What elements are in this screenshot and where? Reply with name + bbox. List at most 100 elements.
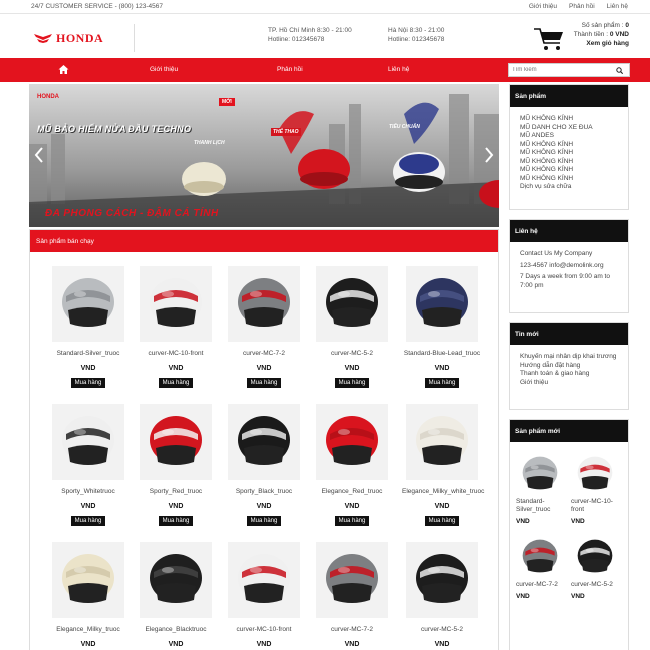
product-price: VND <box>80 503 96 510</box>
product-card[interactable]: Elegance_BlacktruocVNDMua hàng <box>136 542 216 650</box>
banner-prev-icon[interactable] <box>33 146 45 164</box>
product-name[interactable]: Standard-Silver_truoc <box>48 350 128 357</box>
product-card[interactable]: Standard-Silver_truoc VND Mua hàng <box>48 266 128 388</box>
product-card[interactable]: Standard-Blue-Lead_truoc VND Mua hàng <box>402 266 482 388</box>
new-product-image[interactable] <box>516 448 564 496</box>
sidebar-product-link[interactable]: Dịch vụ sửa chữa <box>520 183 618 192</box>
product-card[interactable]: curver-MC-7-2VNDMua hàng <box>224 266 304 388</box>
product-image[interactable] <box>406 404 478 480</box>
product-image[interactable] <box>316 542 388 618</box>
sidebar-news-link[interactable]: Thanh toán & giao hàng <box>520 370 618 379</box>
sidebar-news-link[interactable]: Giới thiệu <box>520 379 618 388</box>
product-name[interactable]: Standard-Blue-Lead_truoc <box>402 350 482 357</box>
product-name[interactable]: Elegance_Milky_white_truoc <box>402 488 484 495</box>
product-image[interactable] <box>140 404 212 480</box>
product-image[interactable] <box>228 404 300 480</box>
new-product-image[interactable] <box>571 448 619 496</box>
product-name[interactable]: curver-MC-10-front <box>224 626 304 633</box>
sidebar-product-link[interactable]: MŨ KHÔNG KÍNH <box>520 175 618 184</box>
nav-contact[interactable]: Liên hệ <box>388 66 409 73</box>
product-card[interactable]: Elegance_Milky_white_truoc VND Mua hàng <box>402 404 484 526</box>
contact-phone-email[interactable]: 123-4567 info@demolink.org <box>520 262 618 271</box>
nav-about[interactable]: Giới thiệu <box>150 66 178 73</box>
new-product-name[interactable]: curver-MC-7-2 <box>516 581 567 589</box>
product-image[interactable] <box>52 542 124 618</box>
product-name[interactable]: Elegance_Milky_truoc <box>48 626 128 633</box>
banner-next-icon[interactable] <box>483 146 495 164</box>
new-product-name[interactable]: Standard-Silver_truoc <box>516 498 567 514</box>
product-image[interactable] <box>406 266 478 342</box>
product-image[interactable] <box>140 542 212 618</box>
buy-button[interactable]: Mua hàng <box>158 378 194 388</box>
buy-button[interactable]: Mua hàng <box>70 516 106 526</box>
product-name[interactable]: Sporty_Red_truoc <box>136 488 216 495</box>
product-name[interactable]: curver-MC-7-2 <box>224 350 304 357</box>
product-card[interactable]: Elegance_Milky_truocVNDMua hàng <box>48 542 128 650</box>
product-name[interactable]: Elegance_Red_truoc <box>312 488 392 495</box>
promo-banner[interactable]: HONDA MỚI MŨ BẢO HIỂM NỬA ĐẦU TECHNO THA… <box>29 84 499 227</box>
buy-button[interactable]: Mua hàng <box>70 378 106 388</box>
view-cart-link[interactable]: Xem giỏ hàng <box>574 39 629 48</box>
new-product-name[interactable]: curver-MC-10-front <box>571 498 622 514</box>
product-card[interactable]: Elegance_Red_truoc VND Mua hàng <box>312 404 392 526</box>
sidebar-news-link[interactable]: Hướng dẫn đặt hàng <box>520 362 618 371</box>
product-card[interactable]: curver-MC-5-2VNDMua hàng <box>402 542 482 650</box>
sidebar-product-link[interactable]: MŨ KHÔNG KÍNH <box>520 115 618 124</box>
sidebar-product-link[interactable]: MŨ KHÔNG KÍNH <box>520 141 618 150</box>
product-card[interactable]: Sporty_Red_truoc VND Mua hàng <box>136 404 216 526</box>
product-image[interactable] <box>52 266 124 342</box>
buy-button[interactable]: Mua hàng <box>424 516 460 526</box>
search-input[interactable] <box>509 64 609 76</box>
product-image[interactable] <box>228 266 300 342</box>
buy-button[interactable]: Mua hàng <box>334 378 370 388</box>
honda-logo[interactable]: HONDA <box>33 24 135 52</box>
product-image[interactable] <box>140 266 212 342</box>
home-icon[interactable] <box>58 64 69 75</box>
product-name[interactable]: curver-MC-5-2 <box>402 626 482 633</box>
product-card[interactable]: curver-MC-5-2VNDMua hàng <box>312 266 392 388</box>
buy-button[interactable]: Mua hàng <box>246 516 282 526</box>
buy-button[interactable]: Mua hàng <box>246 378 282 388</box>
sidebar-product-link[interactable]: MŨ DANH CHO XE ĐUA <box>520 124 618 133</box>
new-product-card[interactable]: curver-MC-7-2 VND <box>516 531 567 600</box>
product-card[interactable]: Sporty_Whitetruoc VND Mua hàng <box>48 404 128 526</box>
customer-service-text: 24/7 CUSTOMER SERVICE - (800) 123-4567 <box>31 3 163 10</box>
product-name[interactable]: Sporty_Black_truoc <box>224 488 304 495</box>
sidebar-news-link[interactable]: Khuyến mại nhân dịp khai trương <box>520 353 618 362</box>
search-icon[interactable] <box>616 67 623 74</box>
new-product-card[interactable]: curver-MC-10-front VND <box>571 448 622 525</box>
product-card[interactable]: Sporty_Black_truoc VND Mua hàng <box>224 404 304 526</box>
product-name[interactable]: Sporty_Whitetruoc <box>48 488 128 495</box>
cart-count: Số sản phẩm : 0 <box>574 21 629 30</box>
sidebar-product-link[interactable]: MŨ KHÔNG KÍNH <box>520 158 618 167</box>
product-name[interactable]: Elegance_Blacktruoc <box>136 626 216 633</box>
product-card[interactable]: curver-MC-10-frontVNDMua hàng <box>224 542 304 650</box>
new-product-name[interactable]: curver-MC-5-2 <box>571 581 622 589</box>
product-name[interactable]: curver-MC-7-2 <box>312 626 392 633</box>
buy-button[interactable]: Mua hàng <box>158 516 194 526</box>
product-image[interactable] <box>316 266 388 342</box>
sidebar-product-link[interactable]: MŨ KHÔNG KÍNH <box>520 166 618 175</box>
shopping-cart-icon[interactable] <box>532 23 568 53</box>
new-product-image[interactable] <box>516 531 564 579</box>
top-link-about[interactable]: Giới thiệu <box>529 3 557 10</box>
helmet-image <box>150 416 202 465</box>
product-card[interactable]: curver-MC-10-frontVNDMua hàng <box>136 266 216 388</box>
top-link-feedback[interactable]: Phản hồi <box>569 3 595 10</box>
sidebar-product-link[interactable]: MŨ KHÔNG KÍNH <box>520 149 618 158</box>
product-image[interactable] <box>406 542 478 618</box>
new-product-image[interactable] <box>571 531 619 579</box>
product-name[interactable]: curver-MC-5-2 <box>312 350 392 357</box>
new-product-card[interactable]: curver-MC-5-2 VND <box>571 531 622 600</box>
product-image[interactable] <box>316 404 388 480</box>
nav-feedback[interactable]: Phản hồi <box>277 66 303 73</box>
product-image[interactable] <box>228 542 300 618</box>
top-link-contact[interactable]: Liên hệ <box>607 3 628 10</box>
product-name[interactable]: curver-MC-10-front <box>136 350 216 357</box>
product-image[interactable] <box>52 404 124 480</box>
product-card[interactable]: curver-MC-7-2VNDMua hàng <box>312 542 392 650</box>
sidebar-product-link[interactable]: MŨ ANDES <box>520 132 618 141</box>
buy-button[interactable]: Mua hàng <box>334 516 370 526</box>
new-product-card[interactable]: Standard-Silver_truoc VND <box>516 448 567 525</box>
buy-button[interactable]: Mua hàng <box>424 378 460 388</box>
